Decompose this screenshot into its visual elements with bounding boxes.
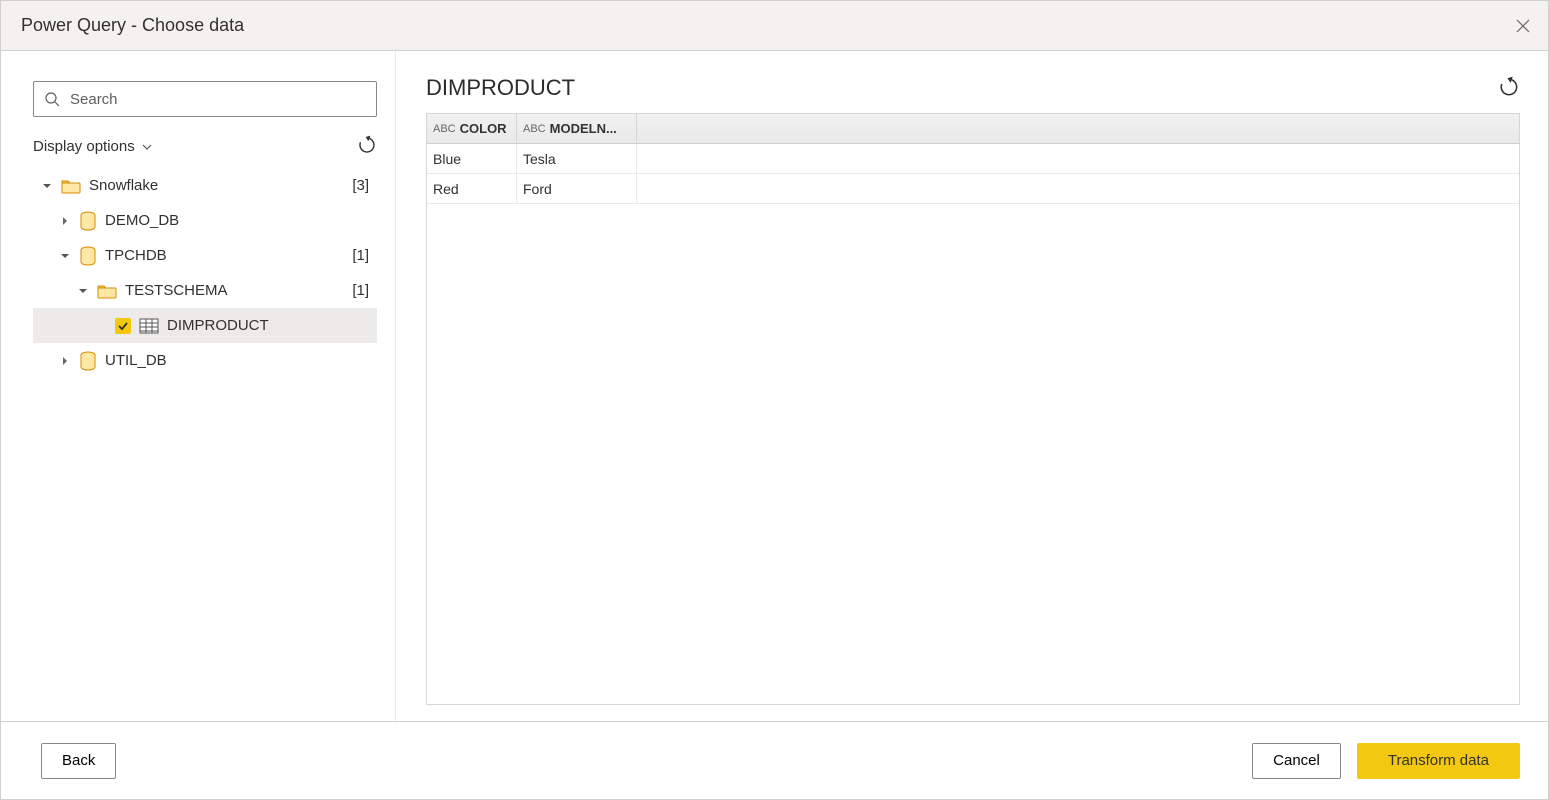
tree-label: TESTSCHEMA [125,282,228,299]
preview-title: DIMPRODUCT [426,75,575,101]
titlebar: Power Query - Choose data [1,1,1548,51]
cancel-button[interactable]: Cancel [1252,743,1341,779]
window: Power Query - Choose data Display option… [0,0,1549,800]
refresh-icon [357,135,377,155]
database-icon [79,246,97,266]
expander-icon[interactable] [41,181,53,191]
database-icon [79,211,97,231]
cell: Blue [427,144,517,173]
display-options-dropdown[interactable]: Display options [33,138,153,155]
window-title: Power Query - Choose data [21,15,244,36]
tree-label: TPCHDB [105,247,167,264]
tree-label: UTIL_DB [105,352,167,369]
table-icon [139,318,159,334]
expander-icon[interactable] [77,286,89,296]
tree-item-snowflake[interactable]: Snowflake [3] [33,168,377,203]
folder-icon [97,283,117,299]
column-name: COLOR [460,121,507,136]
refresh-tree-button[interactable] [357,135,377,158]
preview-grid: ABC COLOR ABC MODELN... Blue Tesla Red [426,113,1520,705]
cell: Red [427,174,517,203]
column-header-modelname[interactable]: ABC MODELN... [517,114,637,143]
body: Display options Snowflake [3] [1,51,1548,721]
refresh-preview-button[interactable] [1498,76,1520,101]
tree-count: [1] [352,282,369,299]
search-box[interactable] [33,81,377,117]
back-button[interactable]: Back [41,743,116,779]
cell: Tesla [517,144,637,173]
footer: Back Cancel Transform data [1,721,1548,799]
tree-item-testschema[interactable]: TESTSCHEMA [1] [33,273,377,308]
search-icon [44,91,60,107]
expander-icon[interactable] [59,251,71,261]
table-row[interactable]: Red Ford [427,174,1519,204]
text-type-icon: ABC [523,123,546,135]
tree-count: [3] [352,177,369,194]
chevron-down-icon [141,141,153,153]
tree-label: Snowflake [89,177,158,194]
tree-item-demo-db[interactable]: DEMO_DB [33,203,377,238]
close-button[interactable] [1508,11,1538,41]
tree: Snowflake [3] DEMO_DB TPCHDB [ [33,168,377,711]
display-options-label: Display options [33,138,135,155]
main: DIMPRODUCT ABC COLOR ABC MODELN... [396,51,1548,721]
checkbox-checked[interactable] [115,318,131,334]
folder-icon [61,178,81,194]
tree-item-util-db[interactable]: UTIL_DB [33,343,377,378]
search-input[interactable] [68,90,366,109]
expander-icon[interactable] [59,216,71,226]
text-type-icon: ABC [433,123,456,135]
tree-label: DIMPRODUCT [167,317,269,334]
tree-item-dimproduct[interactable]: DIMPRODUCT [33,308,377,343]
tree-item-tpchdb[interactable]: TPCHDB [1] [33,238,377,273]
sidebar: Display options Snowflake [3] [1,51,396,721]
close-icon [1515,18,1531,34]
cell: Ford [517,174,637,203]
column-name: MODELN... [550,121,617,136]
check-icon [117,320,129,332]
tree-label: DEMO_DB [105,212,179,229]
refresh-icon [1498,76,1520,98]
database-icon [79,351,97,371]
column-header-color[interactable]: ABC COLOR [427,114,517,143]
expander-icon[interactable] [59,356,71,366]
transform-data-button[interactable]: Transform data [1357,743,1520,779]
tree-count: [1] [352,247,369,264]
table-row[interactable]: Blue Tesla [427,144,1519,174]
grid-header: ABC COLOR ABC MODELN... [427,114,1519,144]
grid-body: Blue Tesla Red Ford [427,144,1519,204]
